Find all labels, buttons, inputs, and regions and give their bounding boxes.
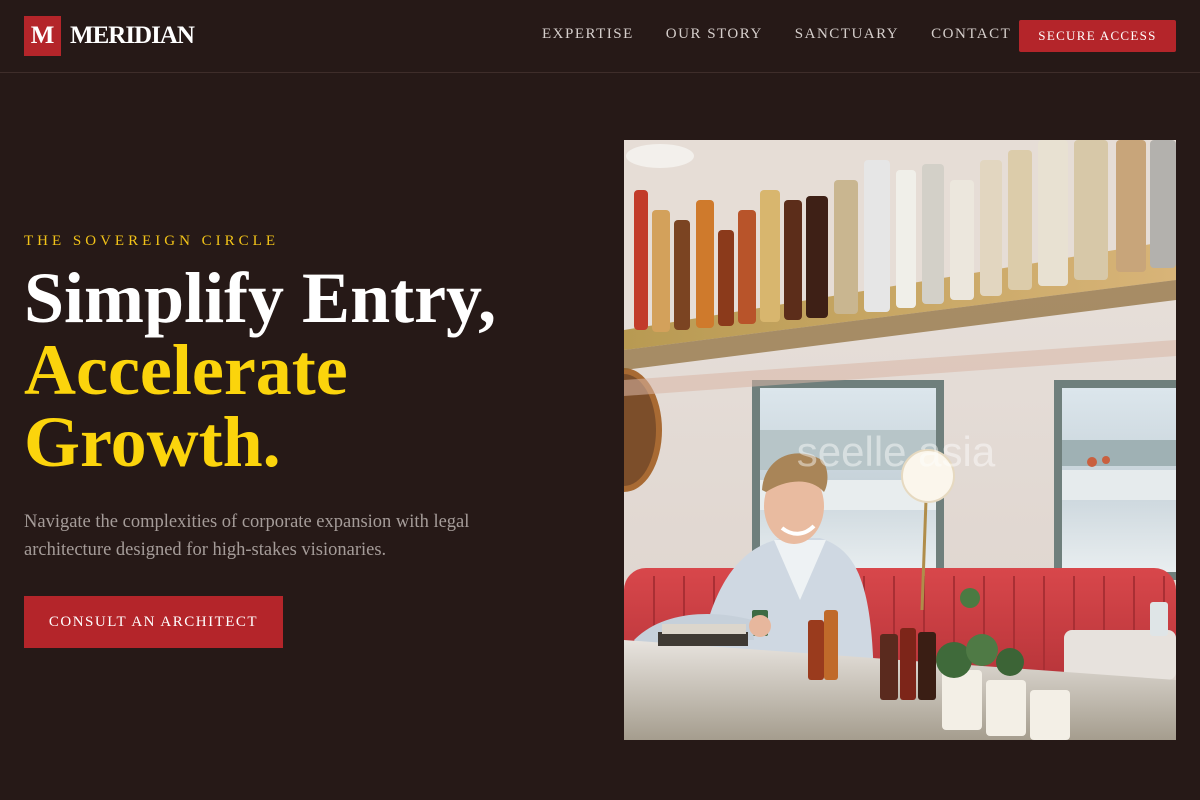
nav-item-contact[interactable]: CONTACT — [931, 26, 1011, 44]
consult-architect-button[interactable]: CONSULT AN ARCHITECT — [24, 596, 283, 648]
headline-line-1: Simplify Entry, — [24, 258, 497, 338]
secure-access-button[interactable]: SECURE ACCESS — [1019, 20, 1176, 52]
main-nav: EXPERTISE OUR STORY SANCTUARY CONTACT — [542, 26, 1043, 44]
image-watermark: seelle asia — [797, 428, 996, 475]
nav-item-our-story[interactable]: OUR STORY — [666, 26, 763, 44]
headline-line-2: Accelerate — [24, 330, 348, 410]
hero-headline: Simplify Entry, Accelerate Growth. — [24, 262, 584, 478]
logo-mark: M — [24, 16, 61, 56]
nav-item-expertise[interactable]: EXPERTISE — [542, 26, 634, 44]
brand-logo[interactable]: M MERIDIAN — [24, 16, 195, 56]
nav-item-sanctuary[interactable]: SANCTUARY — [795, 26, 899, 44]
headline-line-3: Growth. — [24, 402, 281, 482]
hero-eyebrow: THE SOVEREIGN CIRCLE — [24, 233, 279, 249]
site-header: M MERIDIAN EXPERTISE OUR STORY SANCTUARY… — [0, 0, 1200, 73]
brand-name: MERIDIAN — [70, 22, 195, 49]
hero-subcopy: Navigate the complexities of corporate e… — [24, 512, 470, 560]
hero-image: seelle asia — [624, 140, 1176, 740]
